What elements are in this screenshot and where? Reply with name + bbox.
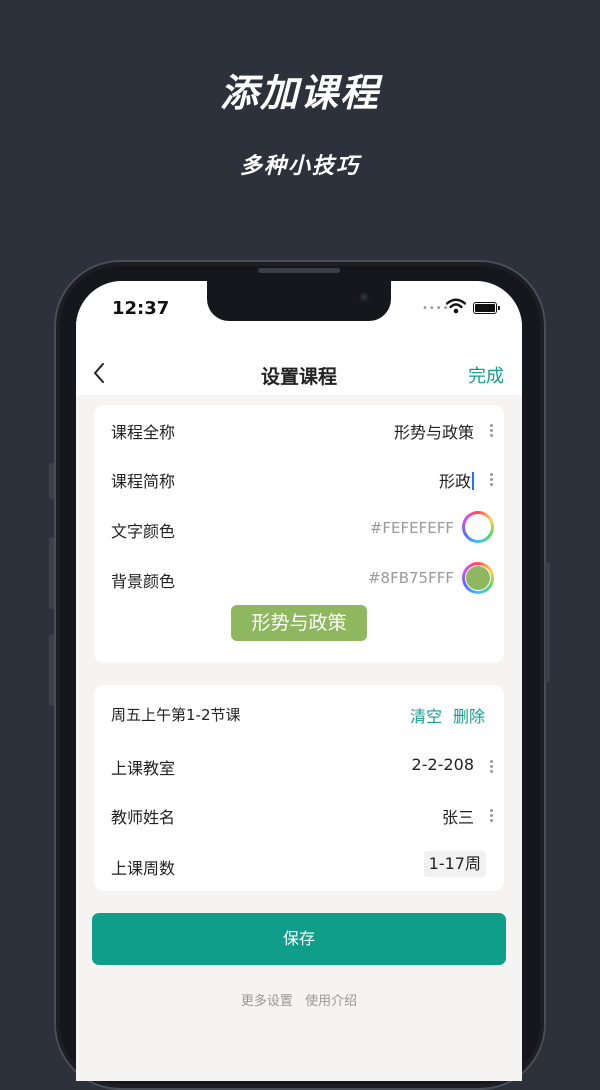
phone-screen: 12:37 •••• 设置课程 完成 课程全称 形势与政策 课程简称 形政 文字…	[76, 281, 522, 1081]
bg-color-value: #8FB75FFF	[367, 569, 454, 587]
course-info-card: 课程全称 形势与政策 课程简称 形政 文字颜色 #FEFEFEFF 背景颜色 #…	[94, 405, 504, 663]
short-name-value: 形政	[438, 472, 471, 491]
usage-intro-link[interactable]: 使用介绍	[305, 994, 357, 1009]
teacher-field[interactable]: 张三	[442, 804, 474, 828]
phone-power-button	[545, 562, 550, 682]
more-icon[interactable]	[490, 424, 493, 439]
status-time: 12:37	[112, 298, 170, 319]
clear-button[interactable]: 清空	[410, 703, 442, 727]
battery-icon	[473, 302, 500, 314]
course-preview-chip: 形势与政策	[231, 605, 367, 641]
more-settings-link[interactable]: 更多设置	[241, 994, 293, 1009]
notch	[207, 281, 391, 321]
full-name-field[interactable]: 形势与政策	[394, 419, 474, 443]
promo-subtitle: 多种小技巧	[239, 154, 360, 179]
footer-links: 更多设置 使用介绍	[76, 990, 522, 1009]
bg-color-picker-icon[interactable]	[462, 562, 494, 594]
page-title: 设置课程	[260, 366, 337, 388]
status-bar: 12:37 ••••	[76, 281, 522, 351]
classroom-label: 上课教室	[111, 759, 176, 778]
more-icon[interactable]	[490, 809, 493, 824]
delete-button[interactable]: 删除	[453, 703, 485, 727]
phone-volume-up-button	[49, 537, 54, 609]
text-color-label: 文字颜色	[111, 522, 176, 541]
more-icon[interactable]	[490, 473, 493, 488]
more-icon[interactable]	[490, 760, 493, 775]
bg-color-label: 背景颜色	[111, 572, 176, 591]
phone-volume-down-button	[49, 634, 54, 706]
classroom-field[interactable]: 2-2-208	[412, 755, 474, 774]
nav-bar: 设置课程 完成	[76, 351, 522, 395]
weeks-selector[interactable]: 1-17周	[423, 851, 486, 877]
teacher-label: 教师姓名	[111, 808, 176, 827]
promo-title: 添加课程	[219, 71, 380, 115]
full-name-label: 课程全称	[111, 423, 176, 442]
short-name-label: 课程简称	[111, 472, 176, 491]
text-color-value: #FEFEFEFF	[369, 519, 454, 537]
phone-mute-button	[49, 463, 54, 499]
session-card: 周五上午第1-2节课 清空 删除 上课教室 2-2-208 教师姓名 张三 上课…	[94, 685, 504, 891]
phone-speaker	[258, 268, 340, 273]
weeks-label: 上课周数	[111, 859, 176, 878]
done-button[interactable]: 完成	[468, 362, 504, 388]
camera-icon	[359, 292, 369, 302]
save-button[interactable]: 保存	[92, 913, 506, 965]
text-cursor	[472, 472, 474, 490]
session-title: 周五上午第1-2节课	[111, 706, 241, 724]
short-name-field[interactable]: 形政	[439, 468, 474, 492]
wifi-icon	[446, 298, 466, 314]
text-color-picker-icon[interactable]	[462, 511, 494, 543]
